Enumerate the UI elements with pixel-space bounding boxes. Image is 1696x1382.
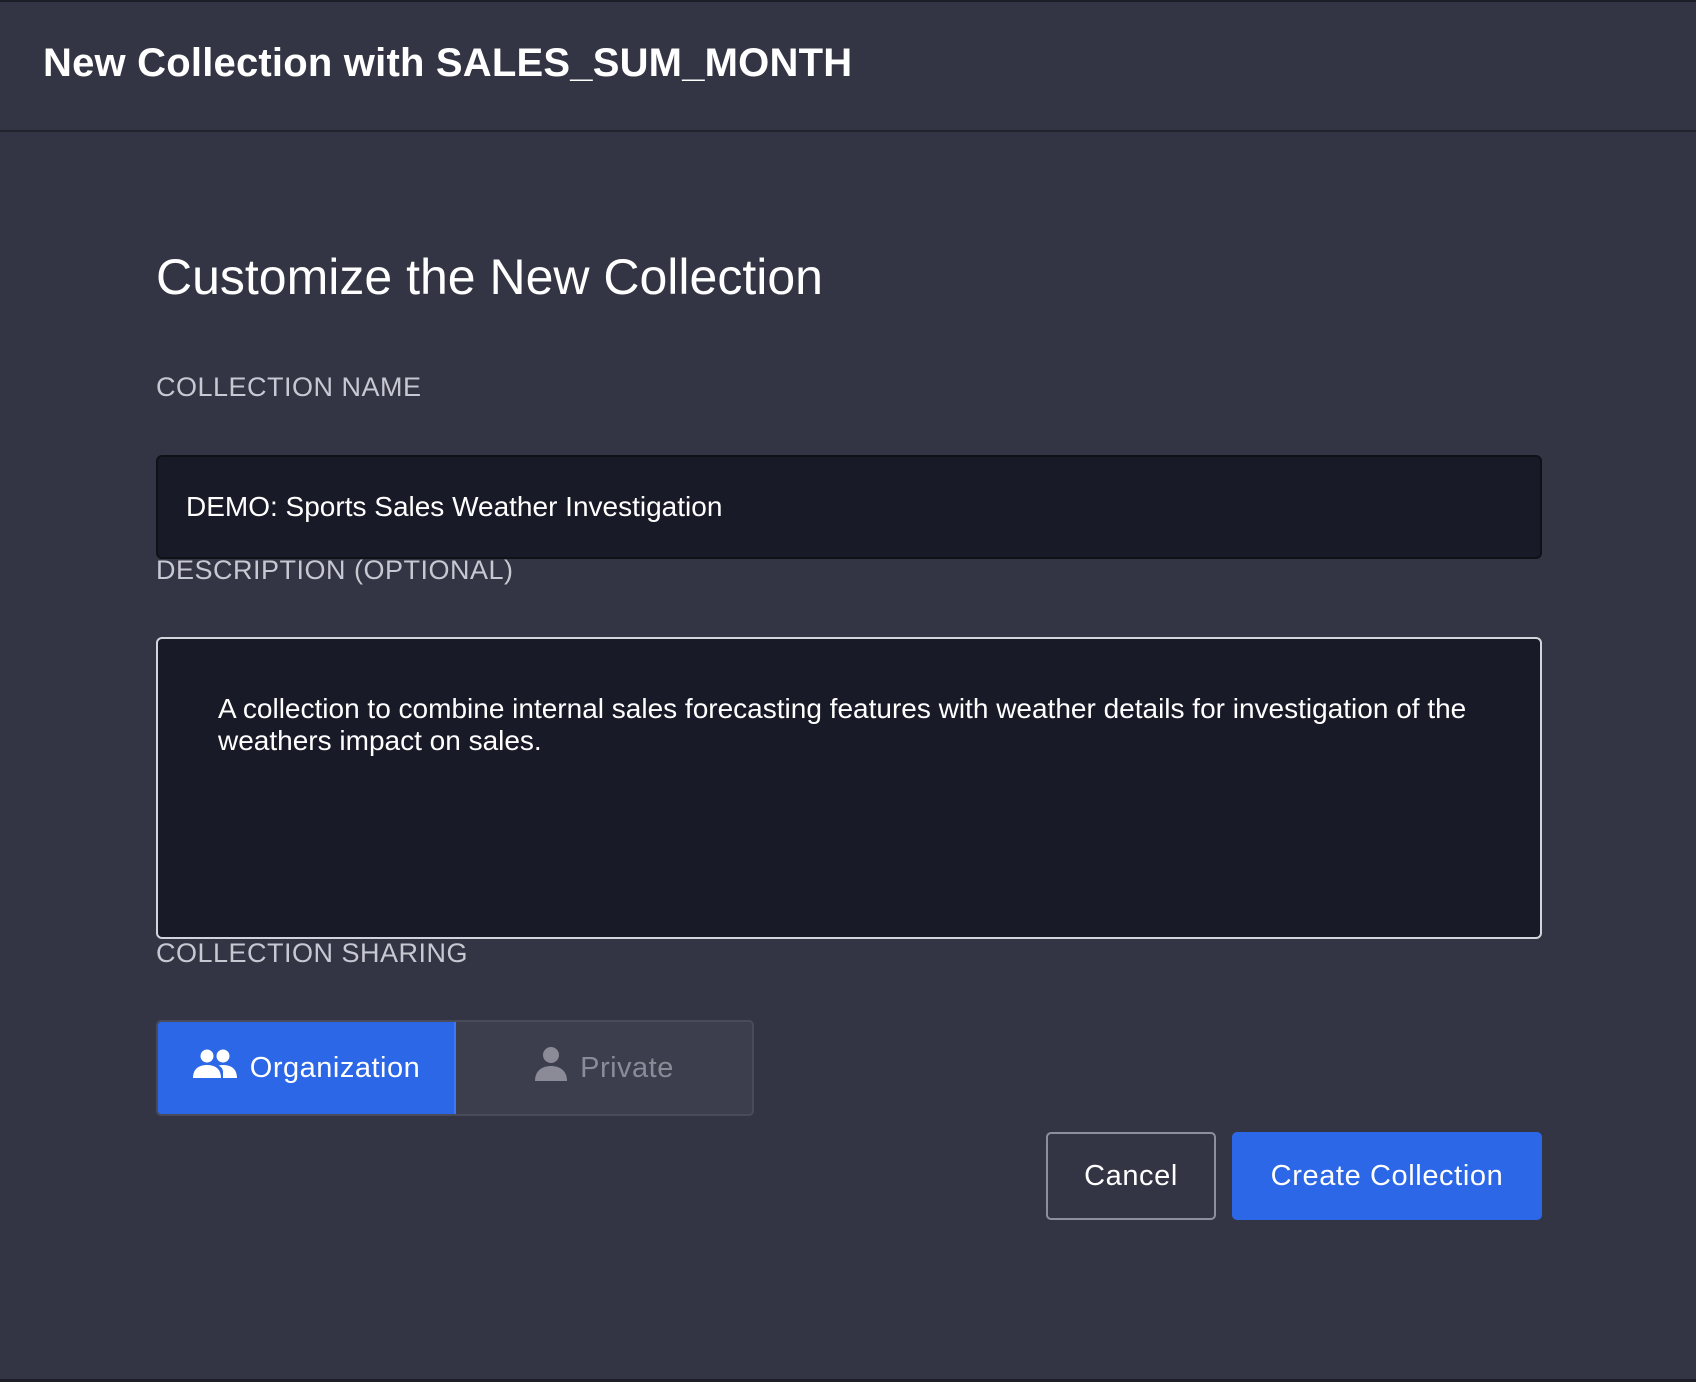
collection-name-input[interactable] (156, 455, 1542, 559)
collection-name-label: COLLECTION NAME (156, 372, 422, 402)
sharing-option-organization[interactable]: Organization (158, 1022, 456, 1114)
group-icon (192, 1048, 238, 1088)
create-collection-button[interactable]: Create Collection (1232, 1132, 1542, 1220)
sharing-toggle: Organization Private (156, 1020, 754, 1116)
person-icon (534, 1046, 568, 1090)
description-textarea[interactable]: A collection to combine internal sales f… (156, 637, 1542, 939)
dialog-title: New Collection with SALES_SUM_MONTH (43, 40, 853, 85)
sharing-option-label: Organization (249, 1051, 421, 1084)
dialog-header: New Collection with SALES_SUM_MONTH (0, 2, 1696, 132)
sharing-option-private[interactable]: Private (456, 1022, 752, 1114)
new-collection-dialog: New Collection with SALES_SUM_MONTH Cust… (0, 0, 1696, 1382)
form-heading: Customize the New Collection (156, 249, 823, 305)
collection-sharing-label: COLLECTION SHARING (156, 938, 469, 968)
description-label: DESCRIPTION (OPTIONAL) (156, 555, 514, 585)
sharing-option-label: Private (580, 1051, 674, 1084)
cancel-button[interactable]: Cancel (1046, 1132, 1216, 1220)
